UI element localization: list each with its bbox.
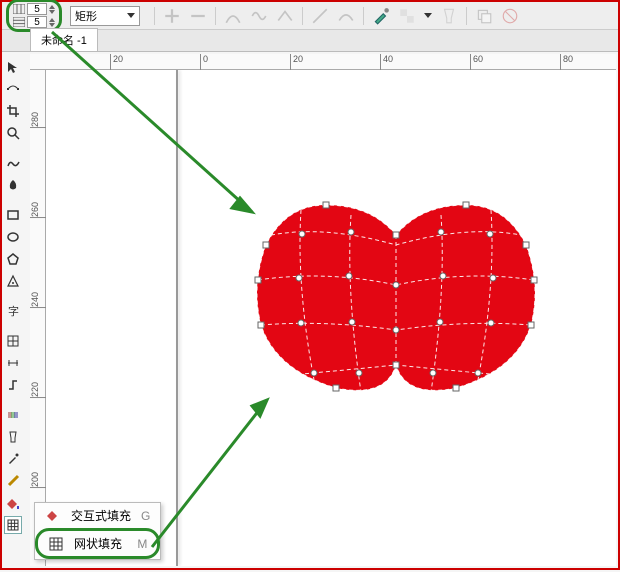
- dimension-tool[interactable]: [4, 354, 22, 372]
- grid-rows-icon: [13, 17, 25, 27]
- eyedropper-tool[interactable]: [4, 450, 22, 468]
- add-node-icon[interactable]: [163, 7, 181, 25]
- flyout-shortcut: G: [141, 509, 150, 523]
- smooth-icon[interactable]: [337, 7, 355, 25]
- page-edge: [176, 70, 178, 566]
- curve-icon[interactable]: [224, 7, 242, 25]
- freehand-tool[interactable]: [4, 154, 22, 172]
- connector-tool[interactable]: [4, 376, 22, 394]
- flyout-interactive-fill[interactable]: 交互式填充 G: [35, 503, 160, 528]
- mesh-fill-object[interactable]: [246, 190, 546, 400]
- delete-node-icon[interactable]: [189, 7, 207, 25]
- toolbox: 字: [4, 54, 26, 534]
- grid-rows-spinner[interactable]: [49, 18, 55, 27]
- ruler-vertical: 280260240220200: [30, 70, 46, 566]
- property-bar: 5 5 矩形: [2, 2, 618, 30]
- grid-columns-icon: [13, 4, 25, 14]
- grid-columns-input[interactable]: 5: [27, 3, 47, 15]
- transparency-tool[interactable]: [4, 428, 22, 446]
- flyout-mesh-fill[interactable]: 网状填充 M: [35, 528, 160, 559]
- ellipse-tool[interactable]: [4, 228, 22, 246]
- grid-rows-input[interactable]: 5: [27, 16, 47, 28]
- curve-smooth-icon[interactable]: [250, 7, 268, 25]
- clear-mesh-icon[interactable]: [501, 7, 519, 25]
- property-bar-tools: [154, 7, 519, 25]
- svg-text:字: 字: [8, 304, 19, 318]
- dropdown-label: 矩形: [75, 8, 97, 24]
- flyout-label: 网状填充: [74, 535, 122, 552]
- tab-untitled[interactable]: 未命名 -1: [30, 28, 98, 51]
- flyout-shortcut: M: [137, 537, 147, 551]
- glass-icon[interactable]: [440, 7, 458, 25]
- interactive-fill-tool[interactable]: [4, 516, 22, 534]
- fill-tool-flyout: 交互式填充 G 网状填充 M: [34, 502, 161, 560]
- blend-tool[interactable]: [4, 406, 22, 424]
- line-icon[interactable]: [311, 7, 329, 25]
- crop-tool[interactable]: [4, 102, 22, 120]
- zoom-tool[interactable]: [4, 124, 22, 142]
- eyedropper-icon[interactable]: [372, 7, 390, 25]
- shape-tool[interactable]: [4, 80, 22, 98]
- copy-mesh-icon[interactable]: [475, 7, 493, 25]
- table-tool[interactable]: [4, 332, 22, 350]
- transparency-dropdown-icon[interactable]: [424, 13, 432, 18]
- basic-shapes-tool[interactable]: [4, 272, 22, 290]
- text-tool[interactable]: 字: [4, 302, 22, 320]
- outline-tool[interactable]: [4, 472, 22, 490]
- rectangle-tool[interactable]: [4, 206, 22, 224]
- transparency-icon[interactable]: [398, 7, 416, 25]
- fill-tool[interactable]: [4, 494, 22, 512]
- grid-columns-spinner[interactable]: [49, 5, 55, 14]
- pick-tool[interactable]: [4, 58, 22, 76]
- smart-fill-tool[interactable]: [4, 176, 22, 194]
- ruler-horizontal: 20020406080: [30, 54, 616, 70]
- polygon-tool[interactable]: [4, 250, 22, 268]
- drawing-canvas[interactable]: [46, 70, 616, 566]
- document-tabs: 未命名 -1: [2, 30, 618, 52]
- node-selection-dropdown[interactable]: 矩形: [70, 6, 140, 26]
- chevron-down-icon: [127, 13, 135, 18]
- curve-cusp-icon[interactable]: [276, 7, 294, 25]
- flyout-label: 交互式填充: [71, 507, 131, 524]
